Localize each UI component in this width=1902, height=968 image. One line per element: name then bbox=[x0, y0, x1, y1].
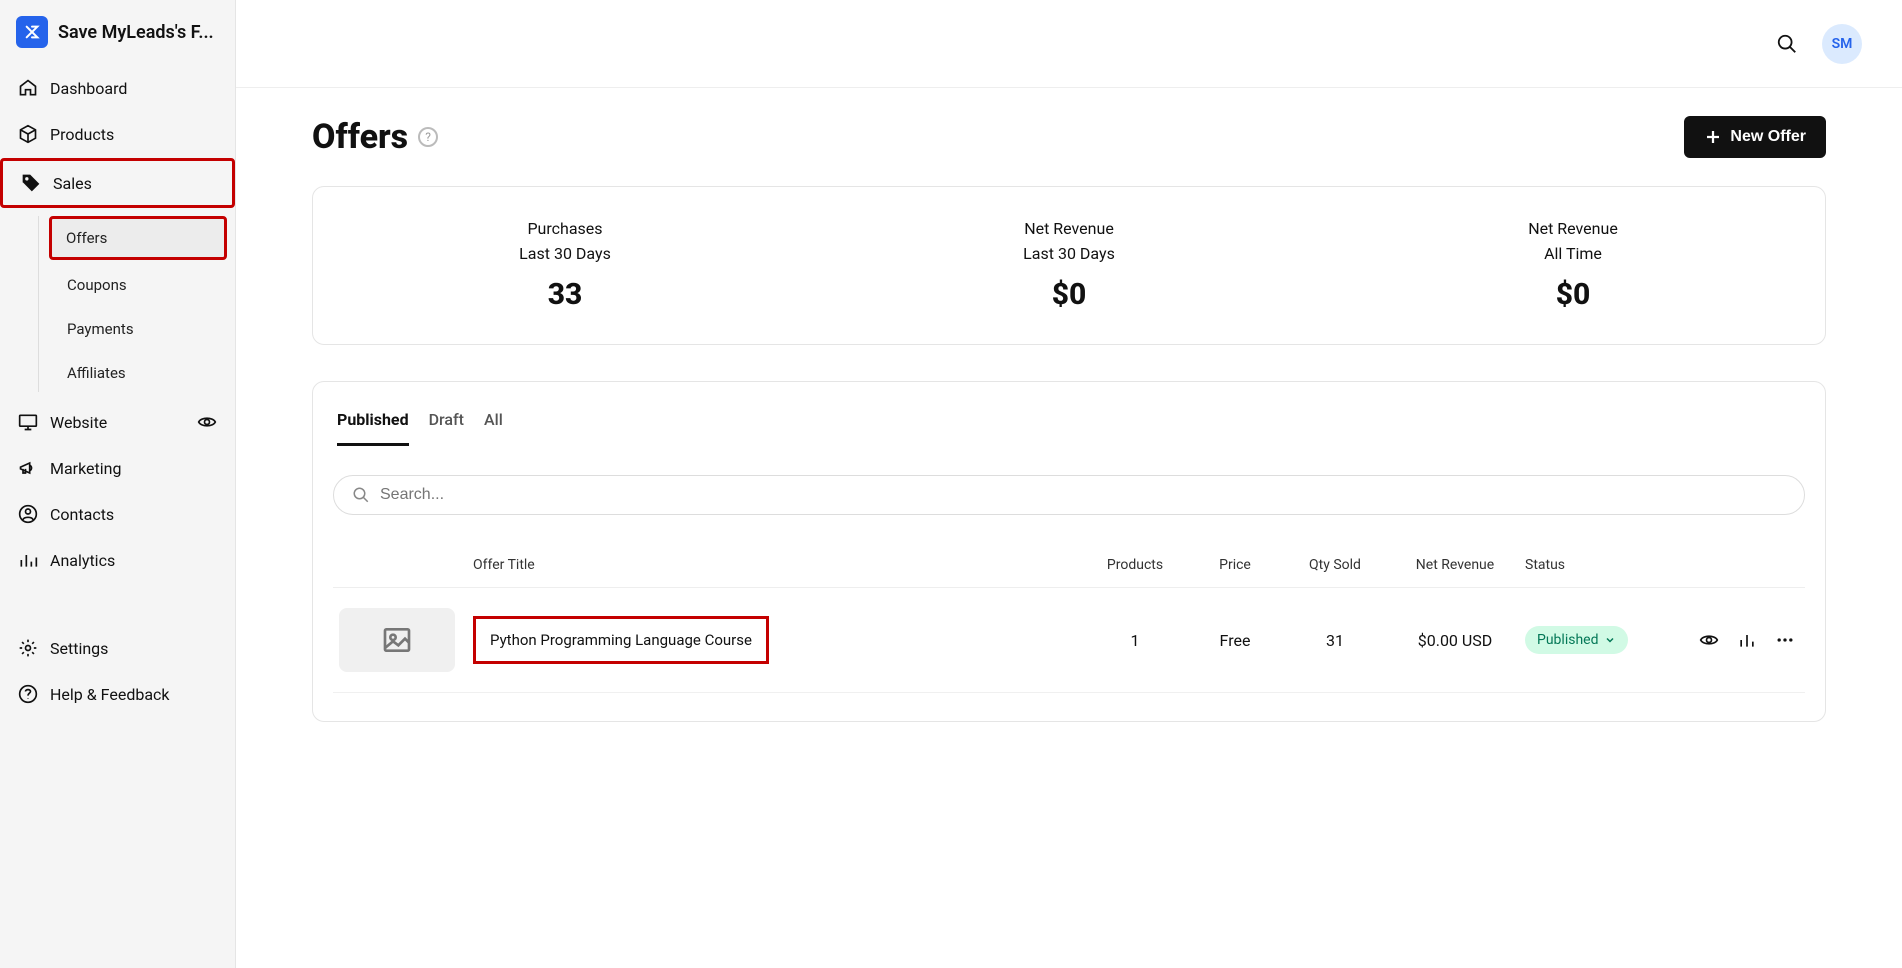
tab-draft[interactable]: Draft bbox=[429, 410, 464, 446]
sidebar-item-label: Marketing bbox=[50, 459, 121, 478]
help-icon bbox=[18, 684, 38, 704]
stats-icon[interactable] bbox=[1737, 630, 1757, 650]
image-icon bbox=[381, 624, 413, 656]
col-title: Offer Title bbox=[473, 557, 1085, 573]
stat-purchases: Purchases Last 30 Days 33 bbox=[313, 219, 817, 312]
sidebar-item-products[interactable]: Products bbox=[8, 112, 227, 156]
sidebar-sub-affiliates[interactable]: Affiliates bbox=[53, 354, 227, 392]
sidebar-item-marketing[interactable]: Marketing bbox=[8, 446, 227, 490]
eye-icon[interactable] bbox=[197, 412, 217, 432]
tab-published[interactable]: Published bbox=[337, 410, 409, 446]
sidebar-item-settings[interactable]: Settings bbox=[8, 626, 227, 670]
stat-revenue-30: Net Revenue Last 30 Days $0 bbox=[817, 219, 1321, 312]
cell-qty: 31 bbox=[1285, 631, 1385, 650]
offers-table: Offer Title Products Price Qty Sold Net … bbox=[333, 543, 1805, 693]
content: Offers ? New Offer Purchases Last 30 Day… bbox=[236, 88, 1902, 750]
sidebar-item-label: Contacts bbox=[50, 505, 114, 524]
app-logo[interactable] bbox=[16, 16, 48, 48]
sidebar-item-label: Analytics bbox=[50, 551, 115, 570]
monitor-icon bbox=[18, 412, 38, 432]
col-qty: Qty Sold bbox=[1285, 557, 1385, 573]
tag-icon bbox=[21, 173, 41, 193]
sidebar-item-help[interactable]: Help & Feedback bbox=[8, 672, 227, 716]
bar-chart-icon bbox=[18, 550, 38, 570]
new-offer-label: New Offer bbox=[1730, 128, 1806, 146]
sidebar-item-label: Dashboard bbox=[50, 79, 127, 98]
sidebar-item-label: Sales bbox=[53, 174, 92, 193]
sidebar-sub-payments[interactable]: Payments bbox=[53, 310, 227, 348]
list-card: Published Draft All Offer Title Products… bbox=[312, 381, 1826, 722]
search-box[interactable] bbox=[333, 475, 1805, 515]
stats-card: Purchases Last 30 Days 33 Net Revenue La… bbox=[312, 186, 1826, 345]
main: SM Offers ? New Offer Purchases Last 30 … bbox=[236, 0, 1902, 968]
col-price: Price bbox=[1185, 557, 1285, 573]
gear-icon bbox=[18, 638, 38, 658]
help-circle-icon[interactable]: ? bbox=[418, 127, 438, 147]
sales-submenu: Offers Coupons Payments Affiliates bbox=[38, 216, 227, 392]
box-icon bbox=[18, 124, 38, 144]
new-offer-button[interactable]: New Offer bbox=[1684, 116, 1826, 158]
sidebar-sub-coupons[interactable]: Coupons bbox=[53, 266, 227, 304]
megaphone-icon bbox=[18, 458, 38, 478]
sidebar-item-sales[interactable]: Sales bbox=[0, 158, 235, 208]
page-title: Offers bbox=[312, 117, 408, 157]
col-products: Products bbox=[1085, 557, 1185, 573]
user-icon bbox=[18, 504, 38, 524]
col-revenue: Net Revenue bbox=[1385, 557, 1525, 573]
status-badge[interactable]: Published bbox=[1525, 626, 1628, 654]
cell-products: 1 bbox=[1085, 631, 1185, 650]
tab-all[interactable]: All bbox=[484, 410, 503, 446]
nav: Dashboard Products Sales Offers Coupons … bbox=[0, 66, 235, 716]
search-icon bbox=[352, 486, 370, 504]
search-input[interactable] bbox=[380, 486, 1786, 504]
table-row[interactable]: Python Programming Language Course 1 Fre… bbox=[333, 588, 1805, 693]
sidebar-item-label: Products bbox=[50, 125, 114, 144]
topbar: SM bbox=[236, 0, 1902, 88]
preview-icon[interactable] bbox=[1699, 630, 1719, 650]
col-status: Status bbox=[1525, 557, 1665, 573]
table-header: Offer Title Products Price Qty Sold Net … bbox=[333, 543, 1805, 588]
chevron-down-icon bbox=[1604, 634, 1616, 646]
sidebar: Save MyLeads's F... Dashboard Products S… bbox=[0, 0, 236, 968]
sidebar-item-label: Settings bbox=[50, 639, 108, 658]
sidebar-item-analytics[interactable]: Analytics bbox=[8, 538, 227, 582]
home-icon bbox=[18, 78, 38, 98]
offer-thumbnail bbox=[339, 608, 455, 672]
avatar[interactable]: SM bbox=[1822, 24, 1862, 64]
sidebar-item-dashboard[interactable]: Dashboard bbox=[8, 66, 227, 110]
sidebar-item-label: Website bbox=[50, 413, 107, 432]
app-title: Save MyLeads's F... bbox=[58, 22, 214, 43]
offer-title-link[interactable]: Python Programming Language Course bbox=[473, 616, 769, 664]
sidebar-sub-offers[interactable]: Offers bbox=[49, 216, 227, 260]
tabs: Published Draft All bbox=[333, 410, 1805, 447]
sidebar-item-contacts[interactable]: Contacts bbox=[8, 492, 227, 536]
sidebar-item-label: Help & Feedback bbox=[50, 685, 170, 704]
cell-price: Free bbox=[1185, 631, 1285, 650]
page-head: Offers ? New Offer bbox=[312, 116, 1826, 158]
stat-revenue-all: Net Revenue All Time $0 bbox=[1321, 219, 1825, 312]
cell-revenue: $0.00 USD bbox=[1385, 631, 1525, 650]
search-icon[interactable] bbox=[1776, 33, 1798, 55]
sidebar-item-website[interactable]: Website bbox=[8, 400, 227, 444]
sidebar-header: Save MyLeads's F... bbox=[0, 16, 235, 66]
more-icon[interactable] bbox=[1775, 630, 1795, 650]
